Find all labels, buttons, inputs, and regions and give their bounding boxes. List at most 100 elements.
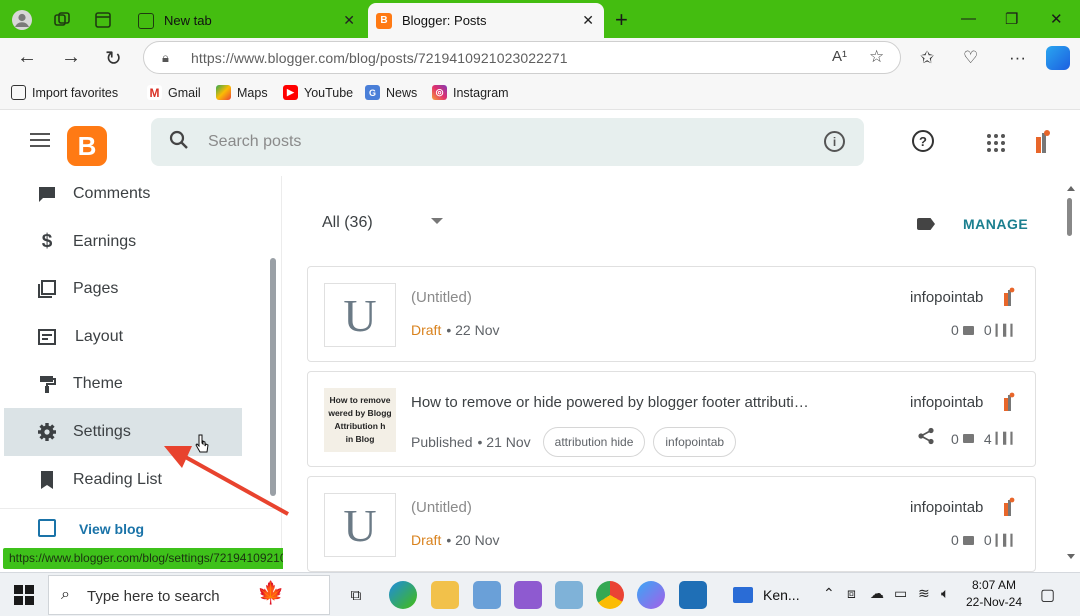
fav-gmail[interactable]: M Gmail <box>147 85 201 100</box>
windows-taskbar: ⌕ Type here to search 🍁 ⧉ Ken... ⌃ ⧈ ☁ ▭… <box>0 572 1080 616</box>
fav-instagram[interactable]: ◎ Instagram <box>432 85 509 100</box>
post-title[interactable]: How to remove or hide powered by blogger… <box>411 394 809 411</box>
app-icon[interactable] <box>473 581 501 609</box>
sidebar-item-theme[interactable]: Theme <box>4 360 242 408</box>
post-title[interactable]: (Untitled) <box>411 289 472 306</box>
mouse-cursor-icon <box>195 434 209 459</box>
taskbar-search-input[interactable]: Type here to search <box>87 588 220 605</box>
close-window-button[interactable]: ✕ <box>1050 10 1063 28</box>
fav-label: News <box>386 85 418 100</box>
forward-icon[interactable]: → <box>61 46 81 69</box>
close-tab-icon[interactable]: ✕ <box>582 12 594 29</box>
layout-icon <box>36 326 58 348</box>
sidebar-item-reading-list[interactable]: Reading List <box>4 456 242 504</box>
lock-icon[interactable]: 🔒︎ <box>162 50 169 66</box>
fav-youtube[interactable]: ▶ YouTube <box>283 85 353 100</box>
file-explorer-icon[interactable] <box>431 581 459 609</box>
workspaces-icon[interactable] <box>51 9 73 31</box>
browser-essentials-icon[interactable]: ♡ <box>963 48 978 68</box>
info-icon[interactable]: i <box>824 131 845 152</box>
sidebar-item-comments[interactable]: Comments <box>4 170 242 218</box>
clock-time: 8:07 AM <box>972 578 1017 592</box>
more-options-icon[interactable]: ··· <box>1009 48 1026 68</box>
account-avatar[interactable] <box>1034 129 1052 155</box>
onedrive-icon[interactable]: ☁ <box>870 585 884 602</box>
edge-browser-icon[interactable] <box>389 581 417 609</box>
main-scrollbar[interactable] <box>1067 198 1072 236</box>
url-text[interactable]: https://www.blogger.com/blog/posts/72194… <box>191 50 568 66</box>
blogger-logo[interactable]: B <box>67 126 107 166</box>
post-thumbnail: U <box>324 493 396 557</box>
app-icon[interactable] <box>555 581 583 609</box>
favorites-icon[interactable]: ✩ <box>920 48 934 68</box>
chevron-down-icon[interactable] <box>431 218 443 224</box>
refresh-icon[interactable]: ↻ <box>105 46 122 71</box>
sidebar-item-label: Comments <box>73 185 151 202</box>
close-tab-icon[interactable]: ✕ <box>343 12 355 29</box>
posts-panel: All (36) MANAGE U (Untitled) Draft • 22 … <box>283 176 1080 572</box>
sidebar-item-layout[interactable]: Layout <box>4 313 242 361</box>
share-icon[interactable] <box>917 427 935 450</box>
help-icon[interactable]: ? <box>912 130 934 152</box>
autumn-leaves-icon: 🍁 <box>257 580 285 605</box>
app-icon[interactable] <box>514 581 542 609</box>
search-posts-bar[interactable]: Search posts i <box>151 118 864 166</box>
youtube-icon: ▶ <box>283 85 298 100</box>
sidebar-scrollbar[interactable] <box>270 258 276 496</box>
taskbar-search[interactable]: ⌕ Type here to search 🍁 <box>48 575 330 615</box>
back-icon[interactable]: ← <box>17 46 37 69</box>
taskbar-clock[interactable]: 8:07 AM 22-Nov-24 <box>966 577 1022 611</box>
scroll-down-arrow[interactable] <box>1067 554 1075 559</box>
fav-import-favorites[interactable]: Import favorites <box>11 85 118 100</box>
meet-now-icon[interactable]: ⧈ <box>847 585 856 602</box>
new-tab-icon <box>138 12 154 29</box>
new-tab-button[interactable]: + <box>615 7 628 33</box>
search-input[interactable]: Search posts <box>208 133 301 151</box>
chrome-icon[interactable] <box>596 581 624 609</box>
tab-blogger-posts[interactable]: B Blogger: Posts ✕ <box>368 3 604 38</box>
volume-icon[interactable]: 🔈︎ <box>941 585 949 602</box>
profile-icon[interactable] <box>11 9 33 31</box>
notifications-icon[interactable]: ▢ <box>1040 585 1055 605</box>
manage-labels-button[interactable]: MANAGE <box>963 216 1028 232</box>
dollar-icon: $ <box>41 231 53 252</box>
task-view-icon[interactable]: ⧉ <box>342 581 370 609</box>
address-bar[interactable]: 🔒︎ https://www.blogger.com/blog/posts/72… <box>143 41 901 74</box>
view-blog-link[interactable]: View blog <box>0 508 282 548</box>
app-icon[interactable] <box>679 581 707 609</box>
post-title[interactable]: (Untitled) <box>411 499 472 516</box>
minimize-button[interactable]: — <box>961 10 976 27</box>
read-aloud-icon[interactable]: A¹ <box>832 48 847 65</box>
sidebar-item-pages[interactable]: Pages <box>4 265 242 313</box>
label-icon[interactable] <box>917 218 935 230</box>
sidebar-item-label: Layout <box>75 328 124 345</box>
pinned-app-kenny[interactable]: Ken... <box>733 581 803 609</box>
favorite-star-icon[interactable]: ☆ <box>869 47 884 67</box>
wifi-icon[interactable]: ≋ <box>918 585 930 602</box>
post-row[interactable]: U (Untitled) Draft • 20 Nov infopointab … <box>307 476 1036 572</box>
post-row[interactable]: How to remove wered by Blogg Attribution… <box>307 371 1036 467</box>
scroll-up-arrow[interactable] <box>1067 186 1075 191</box>
windows-start-icon[interactable] <box>14 585 34 605</box>
label-chip[interactable]: infopointab <box>653 427 737 457</box>
apps-grid-icon[interactable] <box>987 134 1005 152</box>
copilot-icon[interactable] <box>1046 46 1070 70</box>
copilot-app-icon[interactable] <box>637 581 665 609</box>
tab-new-tab[interactable]: New tab ✕ <box>130 3 365 38</box>
label-chip[interactable]: attribution hide <box>542 427 646 457</box>
sidebar-item-earnings[interactable]: $ Earnings <box>4 218 242 266</box>
post-author: infopointab <box>910 394 984 411</box>
post-row[interactable]: U (Untitled) Draft • 22 Nov infopointab … <box>307 266 1036 362</box>
posts-filter-dropdown[interactable]: All (36) <box>322 214 373 232</box>
post-status: Published <box>411 434 473 450</box>
fav-maps[interactable]: Maps <box>216 85 268 100</box>
restore-button[interactable]: ❐ <box>1005 10 1018 28</box>
chevron-up-icon[interactable]: ⌃ <box>823 585 835 602</box>
fav-news[interactable]: G News <box>365 85 417 100</box>
tab-actions-icon[interactable] <box>92 9 114 31</box>
search-icon[interactable] <box>169 130 189 156</box>
battery-icon[interactable]: ▭ <box>894 585 907 602</box>
menu-icon[interactable] <box>30 133 50 149</box>
app-icon <box>733 587 753 603</box>
bar-chart-icon: ▎▍▎ <box>995 324 1019 337</box>
